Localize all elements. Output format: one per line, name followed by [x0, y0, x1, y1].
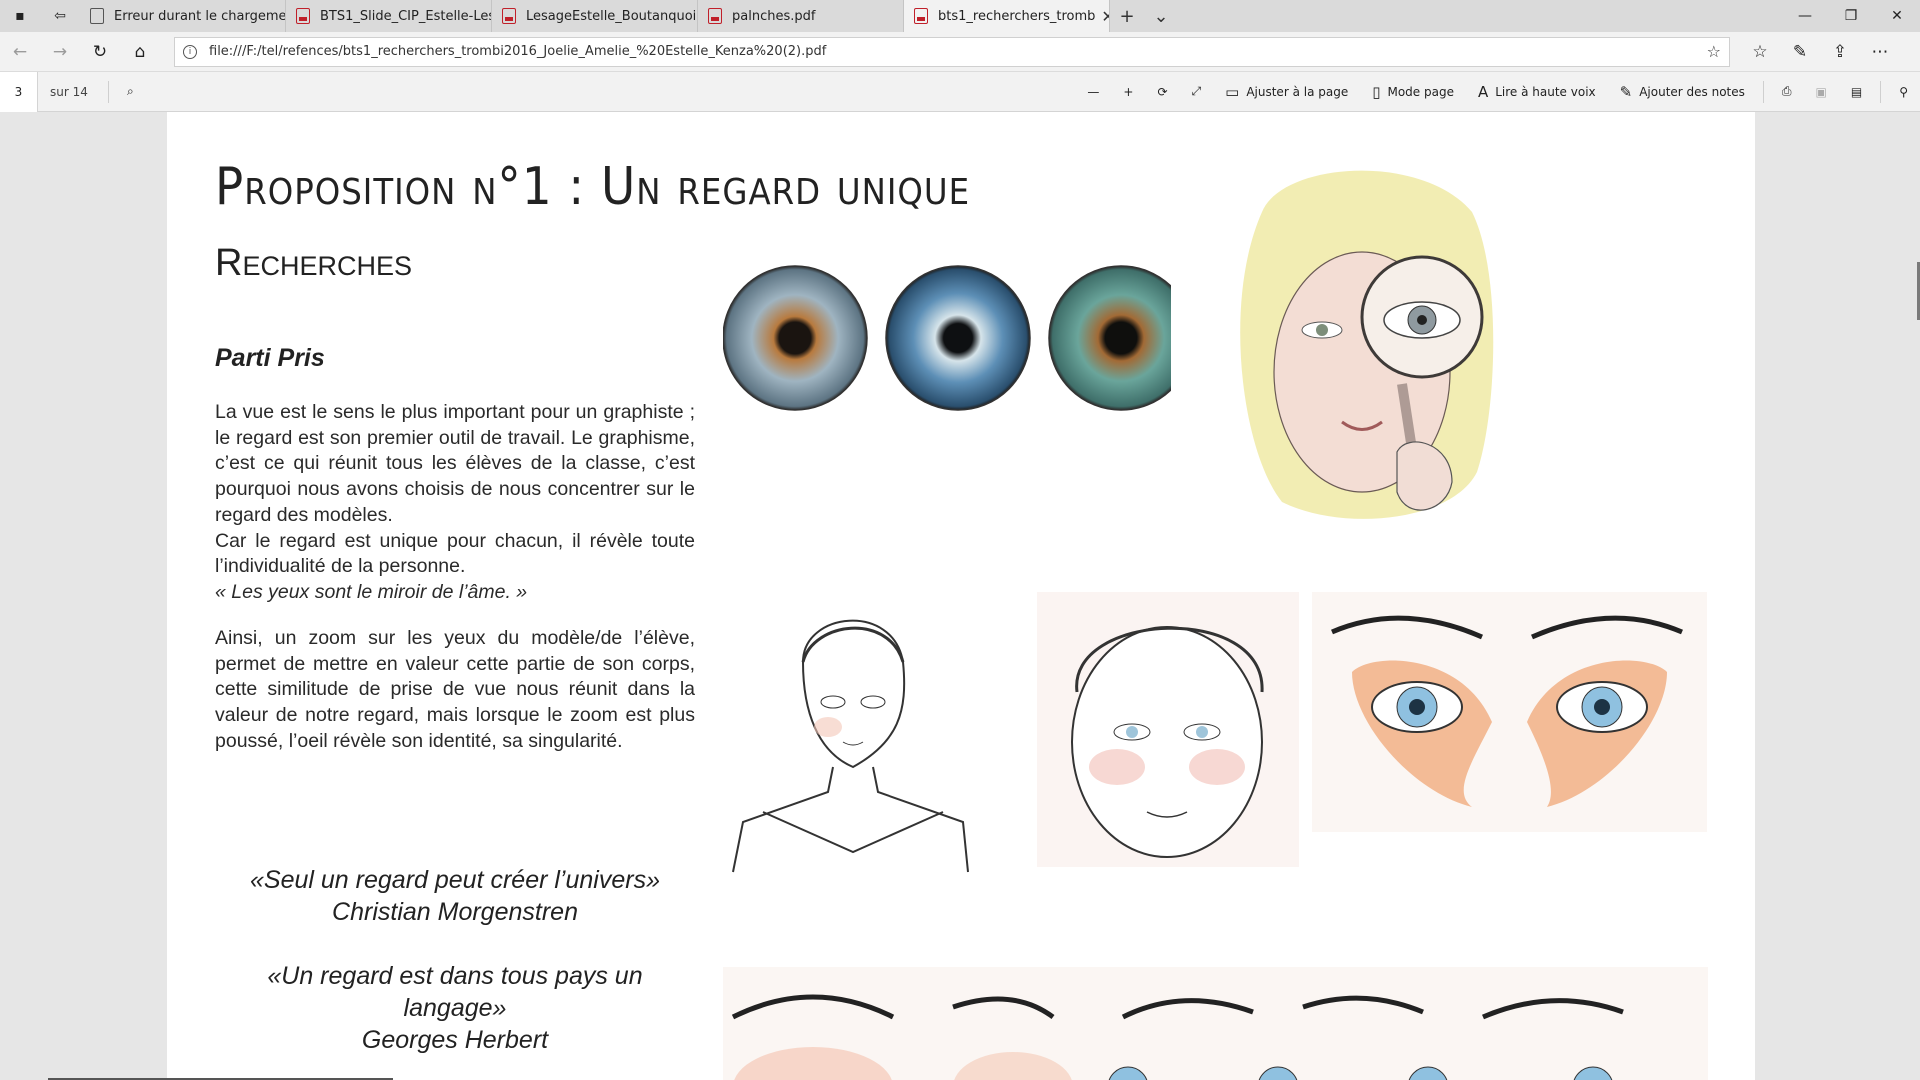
iris-illustrations: [723, 265, 1171, 411]
forward-button[interactable]: →: [40, 32, 80, 72]
fit-page-label: Ajuster à la page: [1246, 84, 1349, 99]
section-heading: Parti Pris: [215, 344, 325, 372]
info-icon[interactable]: i: [183, 44, 197, 59]
tab-title: Erreur durant le chargemen: [114, 8, 286, 24]
read-aloud-icon: A: [1477, 82, 1489, 101]
web-note-icon[interactable]: ✎: [1780, 32, 1820, 72]
more-menu-icon[interactable]: ⋯: [1860, 32, 1900, 72]
quote-author: Georges Herbert: [361, 1026, 549, 1054]
tab-0[interactable]: Erreur durant le chargemen: [80, 0, 286, 32]
save-as-button[interactable]: ▤: [1839, 72, 1874, 112]
tab-title: bts1_recherchers_tromb: [938, 8, 1096, 24]
pdf-icon: [502, 8, 516, 24]
quote-2: «Un regard est dans tous pays un langage…: [215, 960, 695, 1056]
pdf-page: Proposition n°1 : Un regard unique Reche…: [167, 112, 1755, 1080]
quote-author: Christian Morgenstren: [332, 898, 578, 926]
page-subtitle: Recherches: [215, 242, 412, 284]
iris-green: [1048, 265, 1171, 411]
pdf-icon: [914, 8, 928, 24]
pdf-toolbar: 3 sur 14 ⌕ — + ⟳ ⤢ ▭ Ajuster à la page ▯…: [0, 71, 1920, 112]
restore-button[interactable]: ❐: [1828, 0, 1874, 32]
save-button[interactable]: ▣: [1804, 72, 1839, 112]
rotate-button[interactable]: ⟳: [1145, 72, 1179, 112]
favorite-star-icon[interactable]: ☆: [1707, 42, 1721, 61]
paragraph-text-b: Car le regard est unique pour chacun, il…: [215, 529, 695, 578]
paragraph-2: Ainsi, un zoom sur les yeux du modèle/de…: [215, 627, 695, 752]
page-total: sur 14: [50, 84, 88, 99]
tab-title: palnches.pdf: [732, 8, 816, 24]
pdf-viewer[interactable]: Proposition n°1 : Un regard unique Reche…: [0, 112, 1920, 1080]
eyes-row-illustration: [723, 967, 1708, 1080]
iris-brown-blue: [723, 265, 868, 411]
pen-icon: ✎: [1619, 82, 1633, 101]
quote-inline: « Les yeux sont le miroir de l’âme. »: [215, 580, 528, 603]
page-title: Proposition n°1 : Un regard unique: [215, 157, 971, 217]
page-icon: ▯: [1372, 82, 1381, 101]
fullscreen-button[interactable]: ⤢: [1180, 72, 1214, 112]
new-tab-button[interactable]: +: [1110, 0, 1144, 32]
tab-2[interactable]: LesageEstelle_BoutanquoiM: [492, 0, 698, 32]
zoom-in-button[interactable]: +: [1111, 72, 1145, 112]
url-field[interactable]: i file:///F:/tel/refences/bts1_recherche…: [174, 36, 1730, 67]
paragraph-1: La vue est le sens le plus important pou…: [215, 400, 695, 606]
close-tab-icon[interactable]: ✕: [1095, 7, 1109, 26]
set-aside-tabs-icon[interactable]: ⇦: [40, 0, 80, 32]
quote-1: «Seul un regard peut créer l’univers» Ch…: [215, 864, 695, 928]
face-sketch-illustration: [1037, 592, 1299, 867]
add-notes-button[interactable]: ✎ Ajouter des notes: [1608, 72, 1757, 112]
add-notes-label: Ajouter des notes: [1639, 84, 1745, 99]
divider: [1880, 80, 1882, 103]
page-mode-label: Mode page: [1387, 84, 1454, 99]
zoom-out-button[interactable]: —: [1075, 72, 1111, 112]
tab-title: LesageEstelle_BoutanquoiM: [526, 8, 698, 24]
share-icon[interactable]: ⇪: [1820, 32, 1860, 72]
close-window-button[interactable]: ✕: [1874, 0, 1920, 32]
page-error-icon: [90, 8, 104, 24]
home-button[interactable]: ⌂: [120, 32, 160, 72]
magnifier-portrait-illustration: [1240, 170, 1494, 519]
back-button[interactable]: ←: [0, 32, 40, 72]
divider: [108, 80, 109, 103]
quote-text: «Un regard est dans tous pays un langage…: [267, 962, 643, 1022]
quote-text: «Seul un regard peut créer l’univers»: [250, 866, 660, 894]
refresh-button[interactable]: ↻: [80, 32, 120, 72]
tab-4-active[interactable]: bts1_recherchers_tromb ✕: [904, 0, 1110, 32]
fit-page-button[interactable]: ▭ Ajuster à la page: [1213, 72, 1360, 112]
tab-1[interactable]: BTS1_Slide_CIP_Estelle-Lesa: [286, 0, 492, 32]
search-icon[interactable]: ⌕: [115, 72, 146, 112]
divider: [1762, 80, 1764, 103]
portrait-sketch-illustration: [732, 619, 969, 873]
tab-title: BTS1_Slide_CIP_Estelle-Lesa: [320, 8, 492, 24]
page-mode-button[interactable]: ▯ Mode page: [1360, 72, 1466, 112]
favorites-hub-icon[interactable]: ☆: [1740, 32, 1780, 72]
chevron-down-icon[interactable]: ⌄: [1144, 0, 1178, 32]
iris-blue: [885, 265, 1031, 411]
fit-page-icon: ▭: [1225, 82, 1240, 101]
paragraph-text: La vue est le sens le plus important pou…: [215, 401, 695, 526]
print-button[interactable]: ⎙: [1770, 72, 1804, 112]
read-aloud-label: Lire à haute voix: [1495, 84, 1596, 99]
address-bar: ← → ↻ ⌂ i file:///F:/tel/refences/bts1_r…: [0, 32, 1920, 72]
pin-toolbar-icon[interactable]: ⚲: [1887, 72, 1920, 112]
url-text: file:///F:/tel/refences/bts1_recherchers…: [209, 44, 827, 59]
tab-manager-icon[interactable]: ▪: [0, 0, 40, 32]
page-number-input[interactable]: 3: [0, 71, 38, 112]
tab-3[interactable]: palnches.pdf: [698, 0, 904, 32]
tab-bar: ▪ ⇦ Erreur durant le chargemen BTS1_Slid…: [0, 0, 1920, 32]
pdf-icon: [708, 8, 722, 24]
read-aloud-button[interactable]: A Lire à haute voix: [1466, 72, 1608, 112]
eyes-watercolor-illustration: [1312, 592, 1707, 832]
minimize-button[interactable]: —: [1782, 0, 1828, 32]
pdf-icon: [296, 8, 310, 24]
